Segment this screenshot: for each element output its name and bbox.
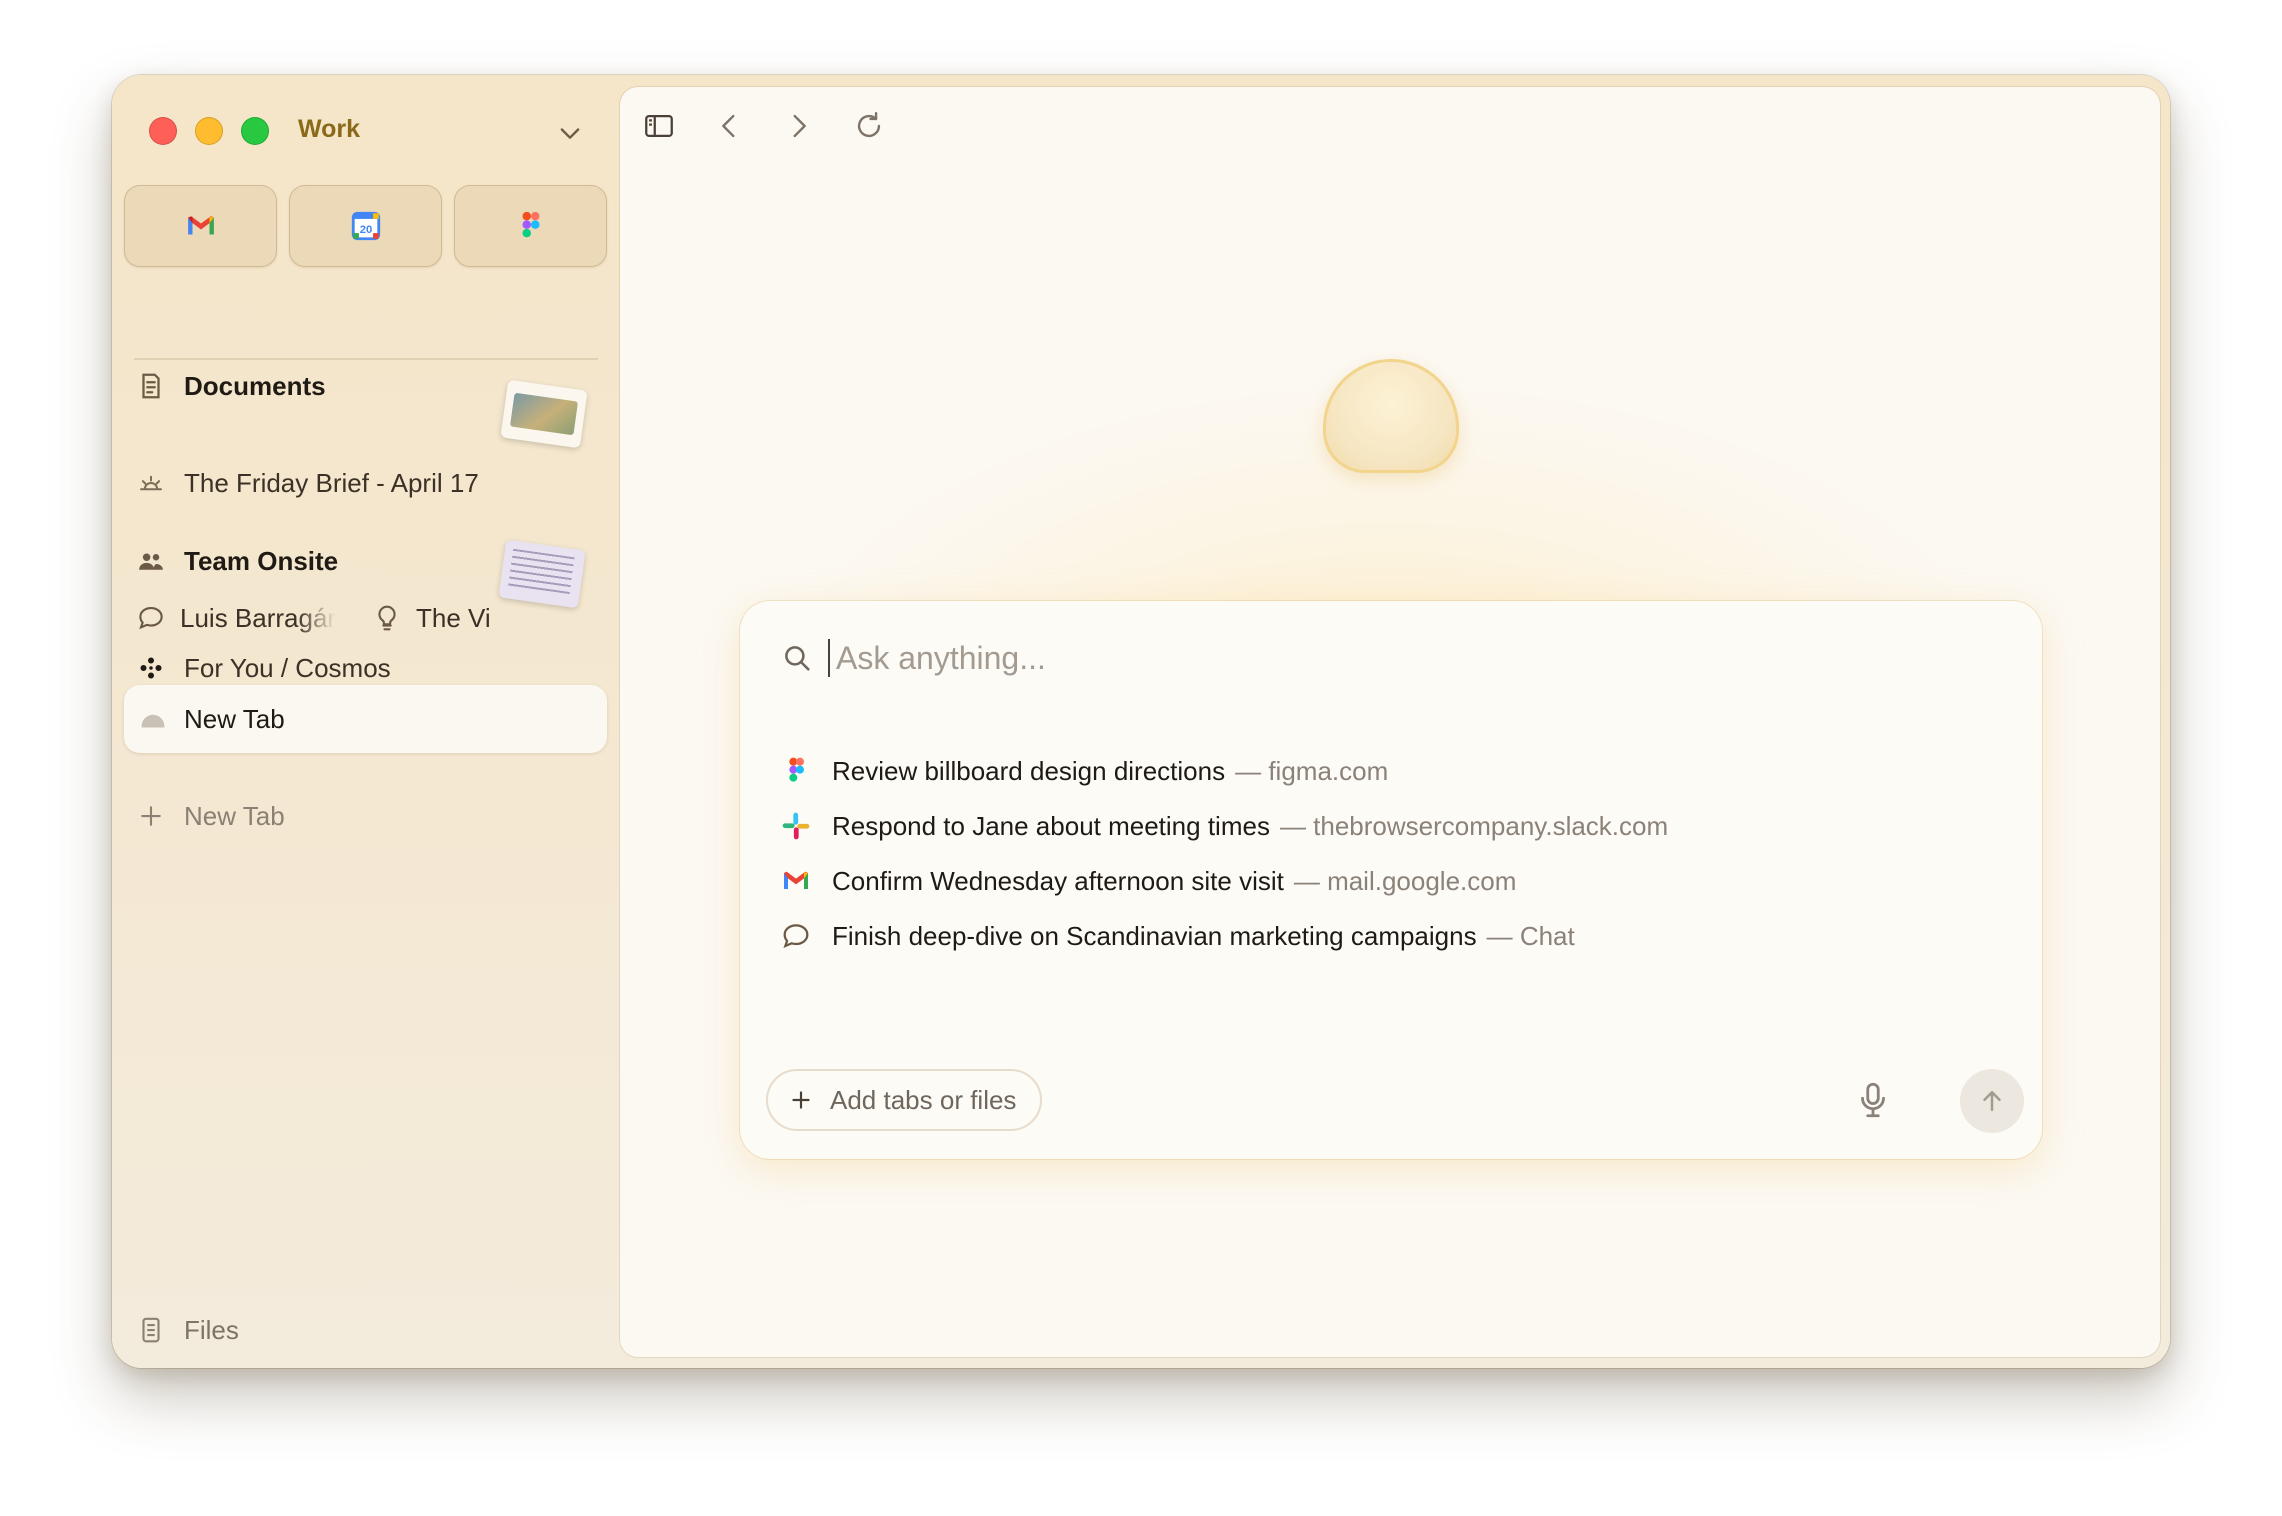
split-view-row[interactable]: Luis Barragán The Vi [136,593,491,643]
sidebar-item-label: The Vi [416,602,491,633]
suggestion-source: — figma.com [1235,755,1389,786]
active-tab-label: New Tab [184,703,285,734]
toolbar [642,109,886,143]
suggestion-item[interactable]: Finish deep-dive on Scandinavian marketi… [780,914,1575,958]
document-icon [136,371,166,401]
suggestion-text: Finish deep-dive on Scandinavian marketi… [832,920,1477,951]
lightbulb-icon [378,605,396,631]
sidebar-item-label: Team Onsite [184,545,339,576]
command-card: Review billboard design directions — fig… [740,601,2042,1159]
sidebar: Work 20 Documents The Friday Brief - Apr… [112,75,617,1368]
files-icon [136,1315,166,1345]
reload-icon [857,112,881,138]
calendar-date: 20 [359,224,372,236]
sidebar-item-the-vi[interactable]: The Vi [372,603,491,634]
pinned-figma[interactable] [454,185,607,267]
window-controls [149,117,269,145]
sidebar-item-team-onsite[interactable]: Team Onsite [136,536,338,586]
people-icon [136,546,166,576]
suggestion-source: — thebrowsercompany.slack.com [1279,810,1669,841]
suggestion-item[interactable]: Respond to Jane about meeting times — th… [780,804,1668,848]
figma-icon [780,755,812,787]
suggestion-source: — Chat [1486,920,1575,951]
browser-window: Work 20 Documents The Friday Brief - Apr… [112,75,2170,1368]
space-name[interactable]: Work [298,115,360,144]
sidebar-item-friday-brief[interactable]: The Friday Brief - April 17 [136,458,479,508]
arc-tab-icon [141,714,165,728]
sidebar-item-label: Luis Barragán [180,602,336,633]
sidebar-divider [134,358,598,360]
suggestion-item[interactable]: Confirm Wednesday afternoon site visit —… [780,859,1516,903]
suggestion-text: Review billboard design directions [832,755,1226,786]
add-button-label: Add tabs or files [830,1084,1017,1115]
close-button[interactable] [149,117,177,145]
gmail-icon [187,216,214,235]
sunrise-icon [136,468,166,498]
search-bar[interactable] [780,639,1928,677]
zoom-button[interactable] [241,117,269,145]
suggestion-item[interactable]: Review billboard design directions — fig… [780,749,1388,793]
friday-brief-thumbnail [500,379,588,449]
sidebar-documents-label: Documents [184,370,326,401]
cosmos-icon [136,653,166,683]
sidebar-documents[interactable]: Documents [136,361,326,411]
sidebar-item-label: The Friday Brief - April 17 [184,467,479,498]
chevron-right-icon [793,114,806,138]
search-input[interactable] [828,639,1928,677]
sidebar-item-luis-barragan[interactable]: Luis Barragán [136,603,336,634]
search-icon [785,646,810,671]
figma-icon [522,211,539,238]
plus-icon [792,1091,810,1109]
slack-icon [780,810,812,842]
files-label: Files [184,1314,239,1345]
sidebar-toggle-button[interactable] [642,109,676,143]
minimize-button[interactable] [195,117,223,145]
google-calendar-icon: 20 [351,211,380,241]
new-tab-button[interactable]: New Tab [136,791,285,841]
send-button[interactable] [1960,1069,2024,1133]
files-button[interactable]: Files [136,1305,239,1355]
pinned-apps: 20 [124,185,607,267]
new-tab-label: New Tab [184,800,285,831]
sidebar-item-label: For You / Cosmos [184,652,391,683]
suggestion-text: Confirm Wednesday afternoon site visit [832,865,1284,896]
arrow-up-icon [1983,1091,2001,1111]
microphone-icon[interactable] [1852,1079,1894,1121]
chevron-down-icon[interactable] [556,119,584,147]
the-vi-thumbnail [498,539,586,609]
add-tabs-or-files-button[interactable]: Add tabs or files [766,1069,1043,1131]
pinned-calendar[interactable]: 20 [289,185,442,267]
plus-icon [136,801,166,831]
back-button[interactable] [712,109,746,143]
sidebar-active-tab[interactable]: New Tab [124,685,607,753]
forward-button[interactable] [782,109,816,143]
pinned-gmail[interactable] [124,185,277,267]
chat-bubble-icon [780,920,812,952]
suggestion-source: — mail.google.com [1293,865,1517,896]
chat-bubble-icon [139,606,163,630]
suggestion-text: Respond to Jane about meeting times [832,810,1270,841]
sidebar-toggle-icon [645,114,673,138]
gmail-icon [780,865,812,897]
main-content: Review billboard design directions — fig… [620,87,2160,1357]
reload-button[interactable] [852,109,886,143]
chevron-left-icon [722,114,735,138]
